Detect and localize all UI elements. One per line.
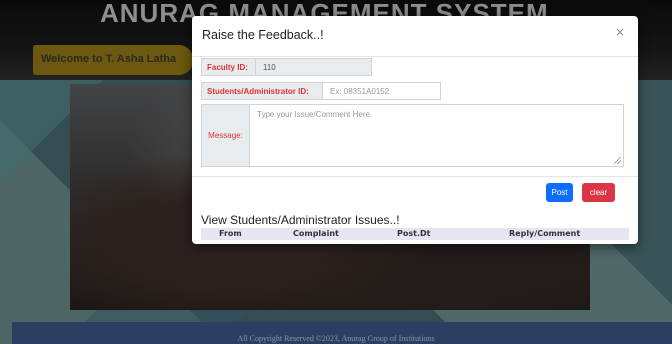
column-header-from: From <box>219 229 242 238</box>
message-group: Message: Type your Issue/Comment Here. <box>201 104 624 167</box>
faculty-id-label: Faculty ID: <box>201 58 256 76</box>
close-icon[interactable]: × <box>612 24 628 40</box>
faculty-id-field: 110 <box>256 58 372 76</box>
message-textarea[interactable]: Type your Issue/Comment Here. <box>250 104 624 167</box>
student-id-group: Students/Administrator ID: Ex: 08351A015… <box>201 82 441 100</box>
modal-title: Raise the Feedback..! <box>202 28 324 42</box>
student-id-label: Students/Administrator ID: <box>201 82 323 100</box>
clear-button[interactable]: clear <box>582 183 615 202</box>
welcome-text: Welcome to T. Asha Latha <box>41 53 177 65</box>
issues-title: View Students/Administrator Issues..! <box>201 213 400 227</box>
header-divider <box>192 56 638 57</box>
message-placeholder: Type your Issue/Comment Here. <box>257 110 373 119</box>
column-header-reply: Reply/Comment <box>509 229 581 238</box>
message-label: Message: <box>201 104 250 167</box>
feedback-modal: Raise the Feedback..! × Faculty ID: 110 … <box>192 16 638 244</box>
faculty-id-group: Faculty ID: 110 <box>201 58 372 76</box>
body-divider <box>192 176 638 177</box>
issues-table-header: From Complaint Post.Dt Reply/Comment <box>201 228 629 240</box>
student-id-input[interactable]: Ex: 08351A0152 <box>323 82 441 100</box>
footer-copyright: All Copyright Reserved ©2023, Anurag Gro… <box>237 334 435 343</box>
column-header-post-date: Post.Dt <box>397 229 431 238</box>
column-header-complaint: Complaint <box>293 229 339 238</box>
resize-handle-icon[interactable] <box>614 157 621 164</box>
post-button[interactable]: Post <box>546 183 573 202</box>
